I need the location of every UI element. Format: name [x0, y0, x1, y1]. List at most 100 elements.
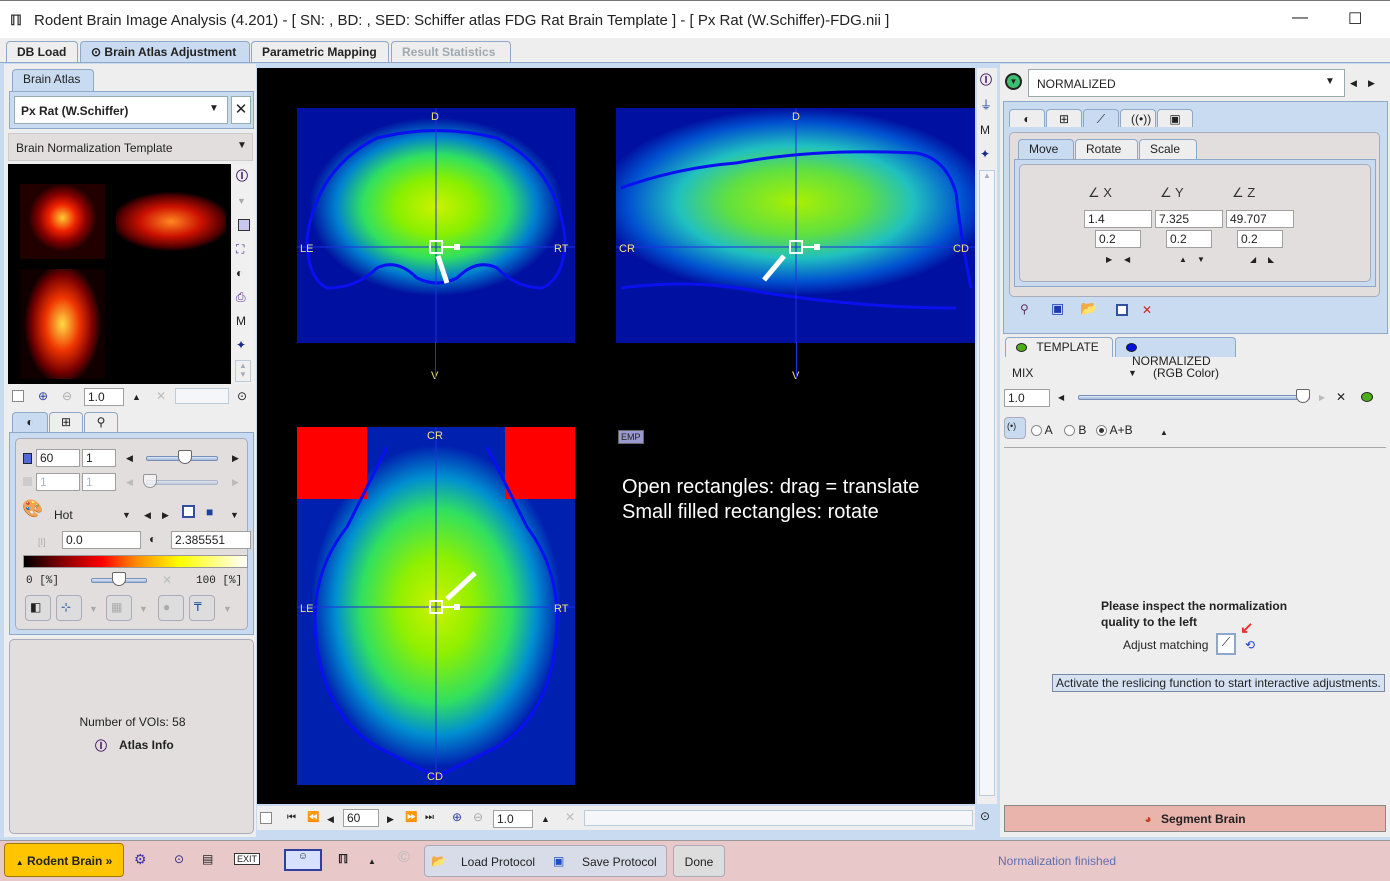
arrow-left-icon[interactable]: ◀ — [126, 475, 133, 489]
image-viewer[interactable]: D V LE RT D V CR CD CR CD — [257, 68, 975, 804]
tab-parametric-mapping[interactable]: Parametric Mapping — [251, 41, 389, 62]
series-combo[interactable]: NORMALIZED ▼ — [1028, 69, 1345, 97]
font-button[interactable]: ₸ — [189, 595, 215, 621]
next-slice-icon[interactable]: ▶ — [387, 812, 394, 826]
x-step-input[interactable]: 0.2 — [1095, 230, 1141, 248]
tab-reslice[interactable]: ⟋ — [1083, 109, 1119, 127]
arrow-up-icon[interactable]: ▲ — [368, 855, 376, 869]
sync-checkbox[interactable] — [12, 390, 24, 402]
adjust-matching-button[interactable]: ⟋ — [1216, 633, 1236, 655]
tab-save[interactable]: ▣ — [1157, 109, 1193, 127]
radio-b[interactable]: B — [1064, 423, 1086, 437]
atlas-combo[interactable]: Px Rat (W.Schiffer) ▼ — [14, 96, 228, 124]
arrow-up-icon[interactable]: ▲ — [1160, 426, 1168, 440]
slice-input[interactable]: 60 — [343, 809, 379, 827]
zoom-out-icon[interactable]: ⊖ — [473, 810, 483, 824]
next-series-icon[interactable]: ▶ — [1368, 76, 1375, 90]
tab-contrast[interactable]: ◐ — [1009, 109, 1045, 127]
maximize-button[interactable]: ☐ — [1348, 9, 1362, 29]
contrast-icon[interactable]: ◐ — [236, 266, 243, 280]
chevron-down-icon[interactable]: ▼ — [230, 508, 239, 522]
z-step-input[interactable]: 0.2 — [1237, 230, 1283, 248]
tab-template-layer[interactable]: TEMPLATE — [1005, 337, 1113, 357]
frame-input[interactable]: 1 — [36, 473, 80, 491]
sagittal-view[interactable] — [616, 108, 975, 343]
prev-series-icon[interactable]: ◀ — [1350, 76, 1357, 90]
tab-layout[interactable]: ⊞ — [1046, 109, 1082, 127]
tab-brain-atlas[interactable]: Brain Atlas — [12, 69, 94, 91]
zoom-in-icon[interactable]: ⊕ — [38, 389, 48, 403]
x-increase-icon[interactable]: ▶ — [1106, 253, 1112, 267]
camera-icon[interactable]: ⊙ — [237, 389, 247, 403]
tab-radiation[interactable]: ((•)) — [1120, 109, 1156, 127]
mix-slider[interactable] — [1078, 395, 1310, 400]
mix-slider-thumb[interactable] — [1296, 389, 1310, 403]
max-value-input[interactable]: 2.385551 — [171, 531, 251, 549]
scroll-arrows[interactable]: ▲ ▼ — [235, 360, 251, 382]
fit-icon[interactable]: ⛶ — [236, 242, 244, 256]
arrow-right-icon[interactable]: ▶ — [162, 508, 169, 522]
zoom-input[interactable]: 1.0 — [493, 810, 533, 828]
side-scrollbar[interactable]: ▲ — [979, 170, 995, 796]
zoom-out-icon[interactable]: ⊖ — [62, 389, 72, 403]
frame-slider-thumb[interactable] — [143, 474, 157, 488]
emp-badge[interactable]: EMP — [618, 430, 644, 444]
rodent-brain-button[interactable]: ▲ Rodent Brain » — [4, 843, 124, 877]
document-icon[interactable]: ▤ — [202, 852, 213, 866]
circle-button[interactable]: ● — [158, 595, 184, 621]
done-button[interactable]: Done — [673, 845, 725, 877]
tree-button[interactable]: ⊹ — [56, 595, 82, 621]
tab-tools[interactable]: ⚲ — [84, 412, 118, 432]
reset-icon[interactable]: ✕ — [156, 389, 166, 403]
slice-step-input[interactable]: 1 — [82, 449, 116, 467]
arrow-right-icon[interactable]: ▶ — [232, 475, 239, 489]
mix-value-input[interactable]: 1.0 — [1004, 389, 1050, 407]
frame-icon[interactable] — [238, 219, 250, 231]
radio-a-plus-b[interactable]: A+B — [1096, 423, 1133, 437]
refresh-icon[interactable]: ⟲ — [1245, 638, 1255, 652]
chevron-down-icon[interactable]: ▼ — [223, 602, 232, 616]
min-value-input[interactable]: 0.0 — [62, 531, 141, 549]
pmod-logo-icon[interactable]: ℿ — [338, 852, 348, 866]
arrow-left-icon[interactable]: ◀ — [1058, 391, 1064, 405]
radio-a[interactable]: A — [1031, 423, 1053, 437]
reset-icon[interactable]: ✕ — [162, 573, 172, 587]
coronal-view[interactable] — [297, 108, 575, 343]
fusion-button[interactable]: (•) — [1004, 417, 1026, 439]
sync-checkbox[interactable] — [260, 812, 272, 824]
template-combo[interactable]: Brain Normalization Template ▼ — [8, 133, 253, 161]
subtab-move[interactable]: Move — [1018, 139, 1074, 159]
tab-brain-atlas-adjustment[interactable]: ⊙ Brain Atlas Adjustment — [80, 41, 250, 62]
contrast-drop-icon[interactable]: ◐ — [149, 532, 156, 546]
z-back-icon[interactable]: ◣ — [1268, 253, 1274, 267]
mask-button[interactable]: ◧ — [25, 595, 51, 621]
thumbnail-coronal[interactable] — [20, 184, 105, 259]
first-slice-icon[interactable]: ⏮ — [287, 811, 296, 825]
copyright-icon[interactable]: © — [398, 850, 410, 866]
mix-mode[interactable]: (RGB Color) — [1153, 366, 1219, 380]
plugin-icon[interactable]: ⚙ — [134, 852, 147, 866]
box-icon[interactable]: ■ — [206, 505, 213, 519]
close-icon[interactable]: ✕ — [1142, 303, 1152, 317]
x-value-input[interactable]: 1.4 — [1084, 210, 1152, 228]
series-indicator-icon[interactable]: ▼ — [1005, 73, 1022, 90]
colorbar[interactable] — [23, 555, 248, 568]
camera-icon[interactable]: ⊙ — [980, 809, 990, 823]
chevron-down-icon[interactable]: ▼ — [122, 508, 131, 522]
reset-icon[interactable]: ✕ — [1336, 390, 1346, 404]
y-step-input[interactable]: 0.2 — [1166, 230, 1212, 248]
viewer-scrollbar[interactable] — [584, 810, 973, 826]
invert-icon[interactable] — [182, 505, 195, 518]
invert-icon[interactable] — [1116, 304, 1128, 316]
monitor-icon[interactable]: ⏚ — [980, 98, 992, 112]
arrow-right-icon[interactable]: ▶ — [232, 451, 239, 465]
colormap-value[interactable]: Hot — [54, 508, 73, 522]
info-icon[interactable]: Ⓘ — [980, 73, 992, 87]
slice-input[interactable]: 60 — [36, 449, 80, 467]
tab-contrast[interactable]: ◐ — [12, 412, 48, 432]
thumbnail-sagittal[interactable] — [116, 184, 226, 259]
exit-icon[interactable]: EXIT — [234, 853, 261, 865]
pin-icon[interactable]: ⚲ — [1020, 302, 1029, 316]
arrow-left-icon[interactable]: ◀ — [126, 451, 133, 465]
template-thumbnails[interactable] — [8, 164, 231, 384]
